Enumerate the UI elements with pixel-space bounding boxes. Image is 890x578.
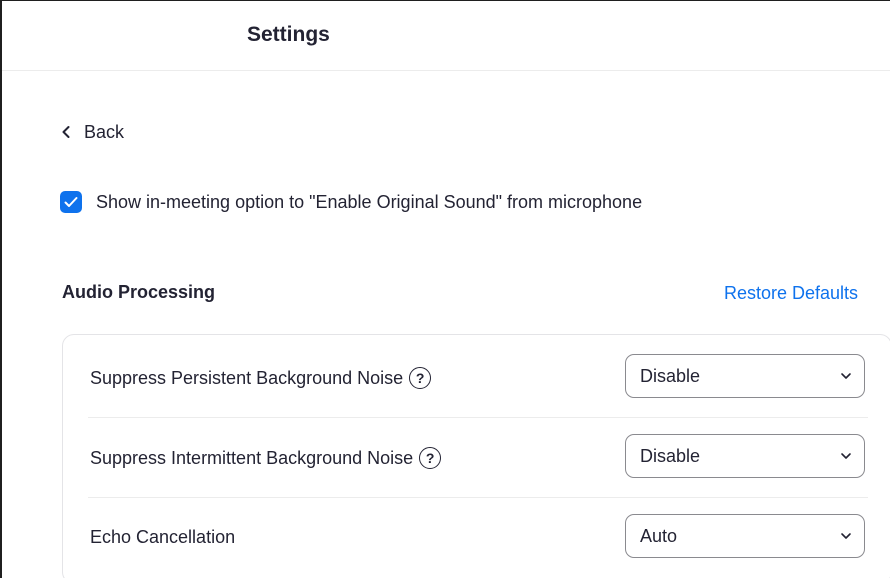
- help-icon[interactable]: ?: [409, 367, 432, 389]
- original-sound-option: Show in-meeting option to "Enable Origin…: [60, 190, 642, 214]
- suppress-intermittent-noise-select[interactable]: Disable: [625, 434, 865, 478]
- audio-processing-heading: Audio Processing: [62, 282, 216, 302]
- chevron-down-icon: [840, 532, 852, 540]
- chevron-down-icon: [840, 452, 852, 460]
- back-button[interactable]: Back: [60, 120, 124, 144]
- suppress-persistent-noise-row: Suppress Persistent Background Noise ? D…: [88, 338, 868, 418]
- settings-window: Settings Back Show in-meeting option to …: [0, 0, 890, 578]
- checkmark-icon: [64, 197, 78, 207]
- select-value: Disable: [640, 445, 701, 466]
- select-value: Disable: [640, 365, 701, 386]
- page-title: Settings: [247, 23, 330, 46]
- suppress-intermittent-noise-row: Suppress Intermittent Background Noise ?…: [88, 418, 868, 498]
- echo-cancellation-row: Echo Cancellation Auto: [88, 498, 868, 578]
- suppress-intermittent-noise-label: Suppress Intermittent Background Noise: [90, 447, 414, 468]
- suppress-persistent-noise-label: Suppress Persistent Background Noise: [90, 367, 404, 388]
- echo-cancellation-label: Echo Cancellation: [90, 527, 236, 547]
- select-value: Auto: [640, 525, 678, 546]
- original-sound-checkbox[interactable]: [60, 191, 82, 213]
- back-label: Back: [84, 121, 125, 142]
- settings-header: Settings: [2, 1, 890, 71]
- echo-cancellation-select[interactable]: Auto: [625, 514, 865, 558]
- chevron-left-icon: [60, 123, 74, 141]
- restore-defaults-link[interactable]: Restore Defaults: [724, 283, 858, 304]
- audio-processing-panel: Suppress Persistent Background Noise ? D…: [62, 334, 890, 578]
- suppress-persistent-noise-select[interactable]: Disable: [625, 354, 865, 398]
- help-icon[interactable]: ?: [419, 447, 442, 469]
- original-sound-label: Show in-meeting option to "Enable Origin…: [96, 191, 643, 212]
- chevron-down-icon: [840, 372, 852, 380]
